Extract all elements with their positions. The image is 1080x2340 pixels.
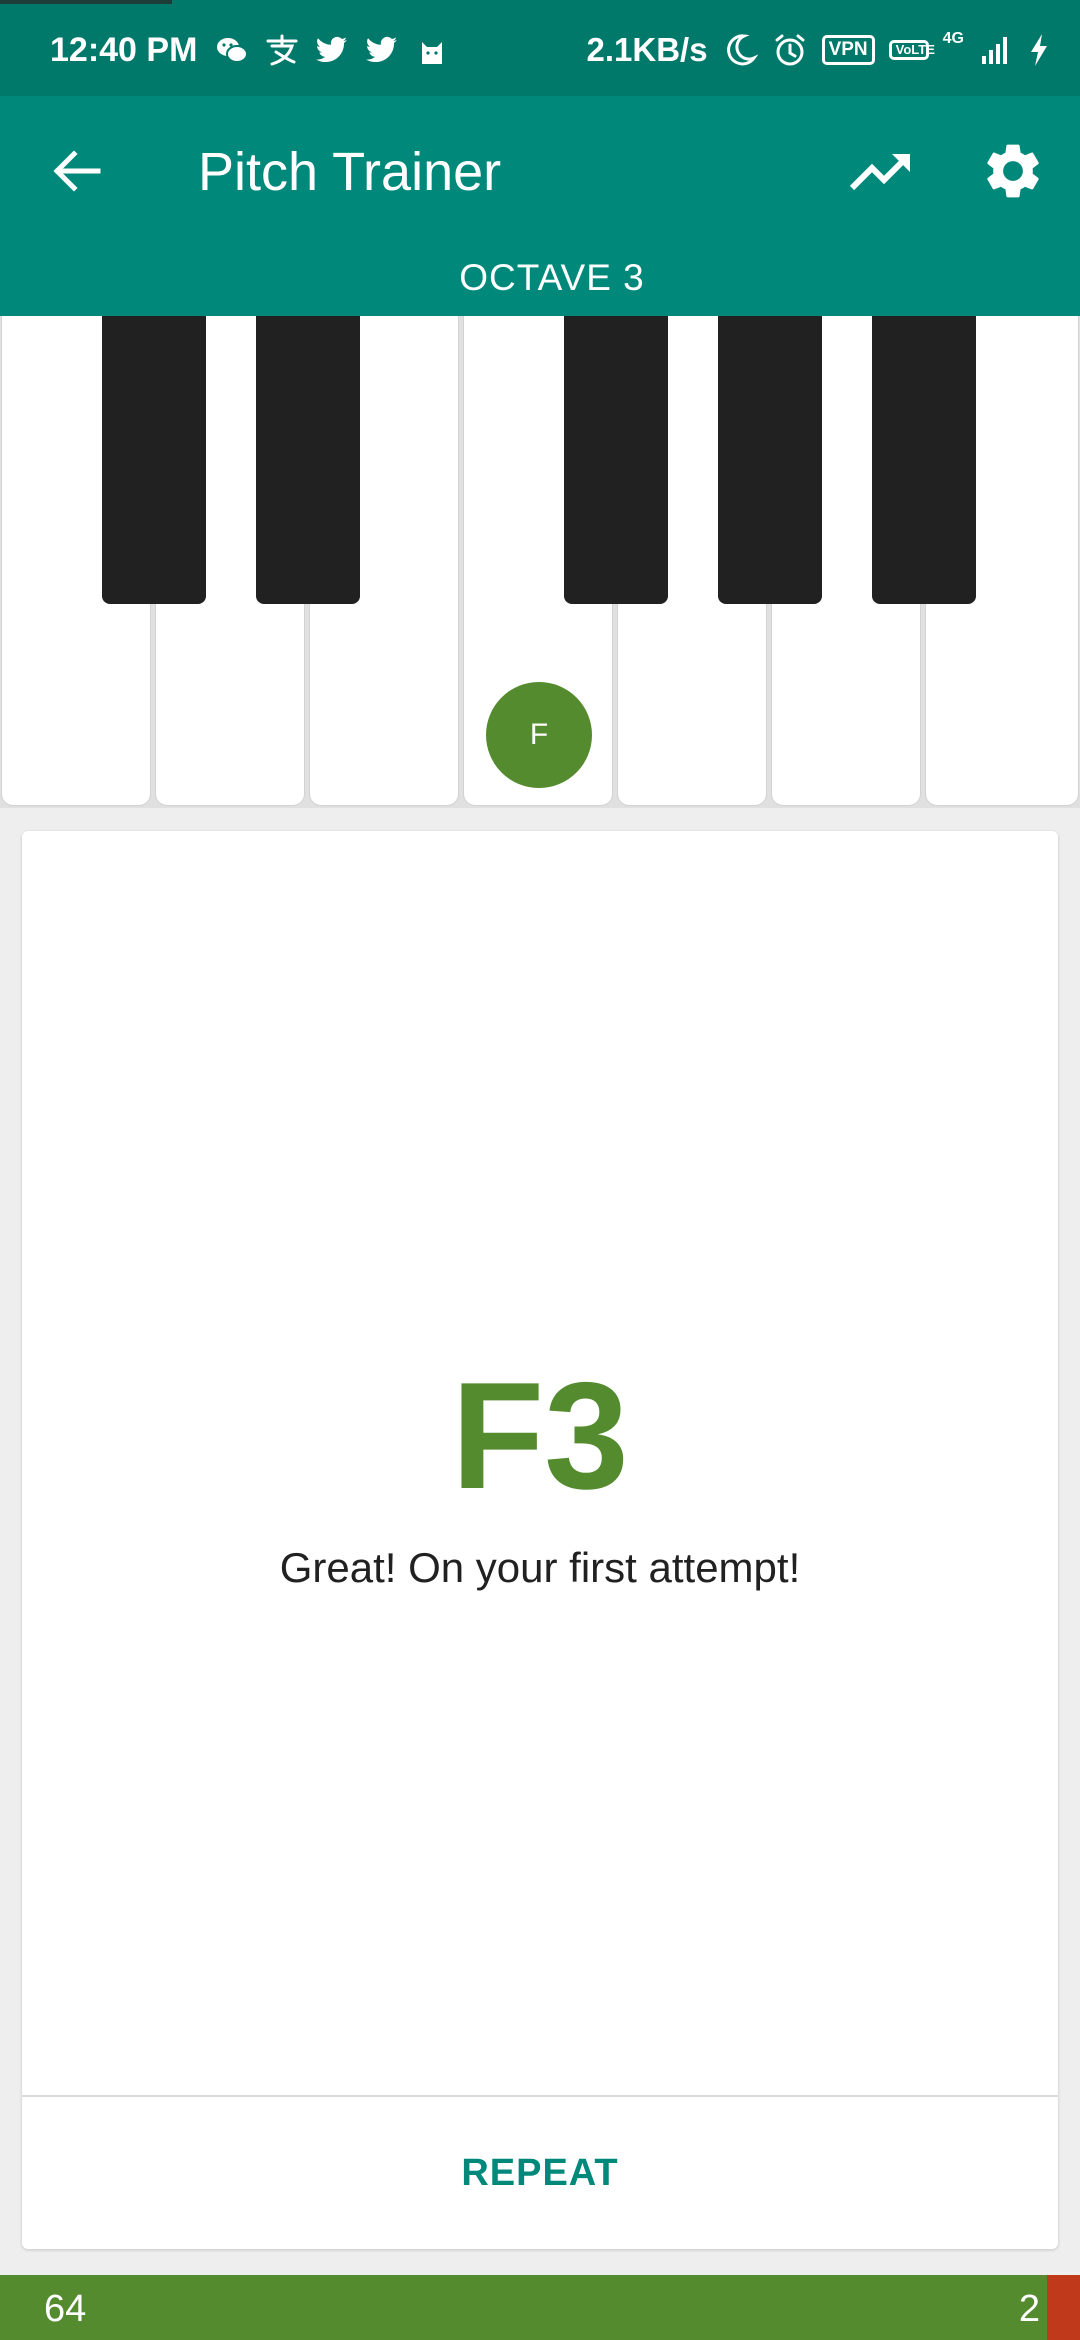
alipay-icon xyxy=(264,32,300,68)
signal-icon xyxy=(978,32,1014,68)
black-key-a-sharp[interactable] xyxy=(872,316,976,604)
back-button[interactable] xyxy=(44,138,110,204)
notification-icons xyxy=(214,30,450,70)
vpn-icon: VPN xyxy=(821,35,875,65)
alarm-icon xyxy=(772,32,808,68)
result-message: Great! On your first attempt! xyxy=(279,1544,801,1591)
result-note: F3 xyxy=(451,1351,629,1521)
settings-button[interactable] xyxy=(980,138,1046,204)
volte-icon: VoLTE xyxy=(888,40,935,60)
app-title: Pitch Trainer xyxy=(198,142,502,202)
twitter-icon xyxy=(314,32,350,68)
network-type: 4G xyxy=(942,30,964,47)
gear-icon xyxy=(987,144,1039,198)
system-status-icons: 2.1KB/s VPN VoLTE 4G xyxy=(587,30,1050,70)
app-bar: Pitch Trainer OCTAVE 3 xyxy=(0,96,1080,316)
score-wrong-fill xyxy=(1047,2275,1080,2340)
trending-up-icon xyxy=(849,154,910,191)
twitter-icon xyxy=(364,32,400,68)
status-time: 12:40 PM xyxy=(50,31,198,69)
correct-count: 64 xyxy=(44,2288,87,2330)
result-card: F3 Great! On your first attempt! REPEAT xyxy=(22,831,1058,2249)
moon-icon xyxy=(722,32,758,68)
repeat-button[interactable]: REPEAT xyxy=(22,2097,1058,2249)
black-key-g-sharp[interactable] xyxy=(718,316,822,604)
octave-label: OCTAVE 3 xyxy=(459,257,645,298)
status-progress-indicator xyxy=(0,0,172,4)
charging-icon xyxy=(1028,32,1050,68)
score-bar: 64 2 xyxy=(0,2275,1080,2340)
wrong-count: 2 xyxy=(1018,2288,1040,2330)
network-speed: 2.1KB/s xyxy=(586,31,708,68)
cat-icon xyxy=(414,32,450,68)
black-key-c-sharp[interactable] xyxy=(102,316,206,604)
arrow-back-icon xyxy=(53,150,101,192)
black-key-f-sharp[interactable] xyxy=(564,316,668,604)
wechat-icon xyxy=(214,32,250,68)
highlighted-note-marker: F xyxy=(486,682,592,788)
statistics-button[interactable] xyxy=(846,138,918,204)
black-key-d-sharp[interactable] xyxy=(256,316,360,604)
status-bar: 12:40 PM 2.1KB/s VPN VoLTE 4G xyxy=(0,0,1080,96)
